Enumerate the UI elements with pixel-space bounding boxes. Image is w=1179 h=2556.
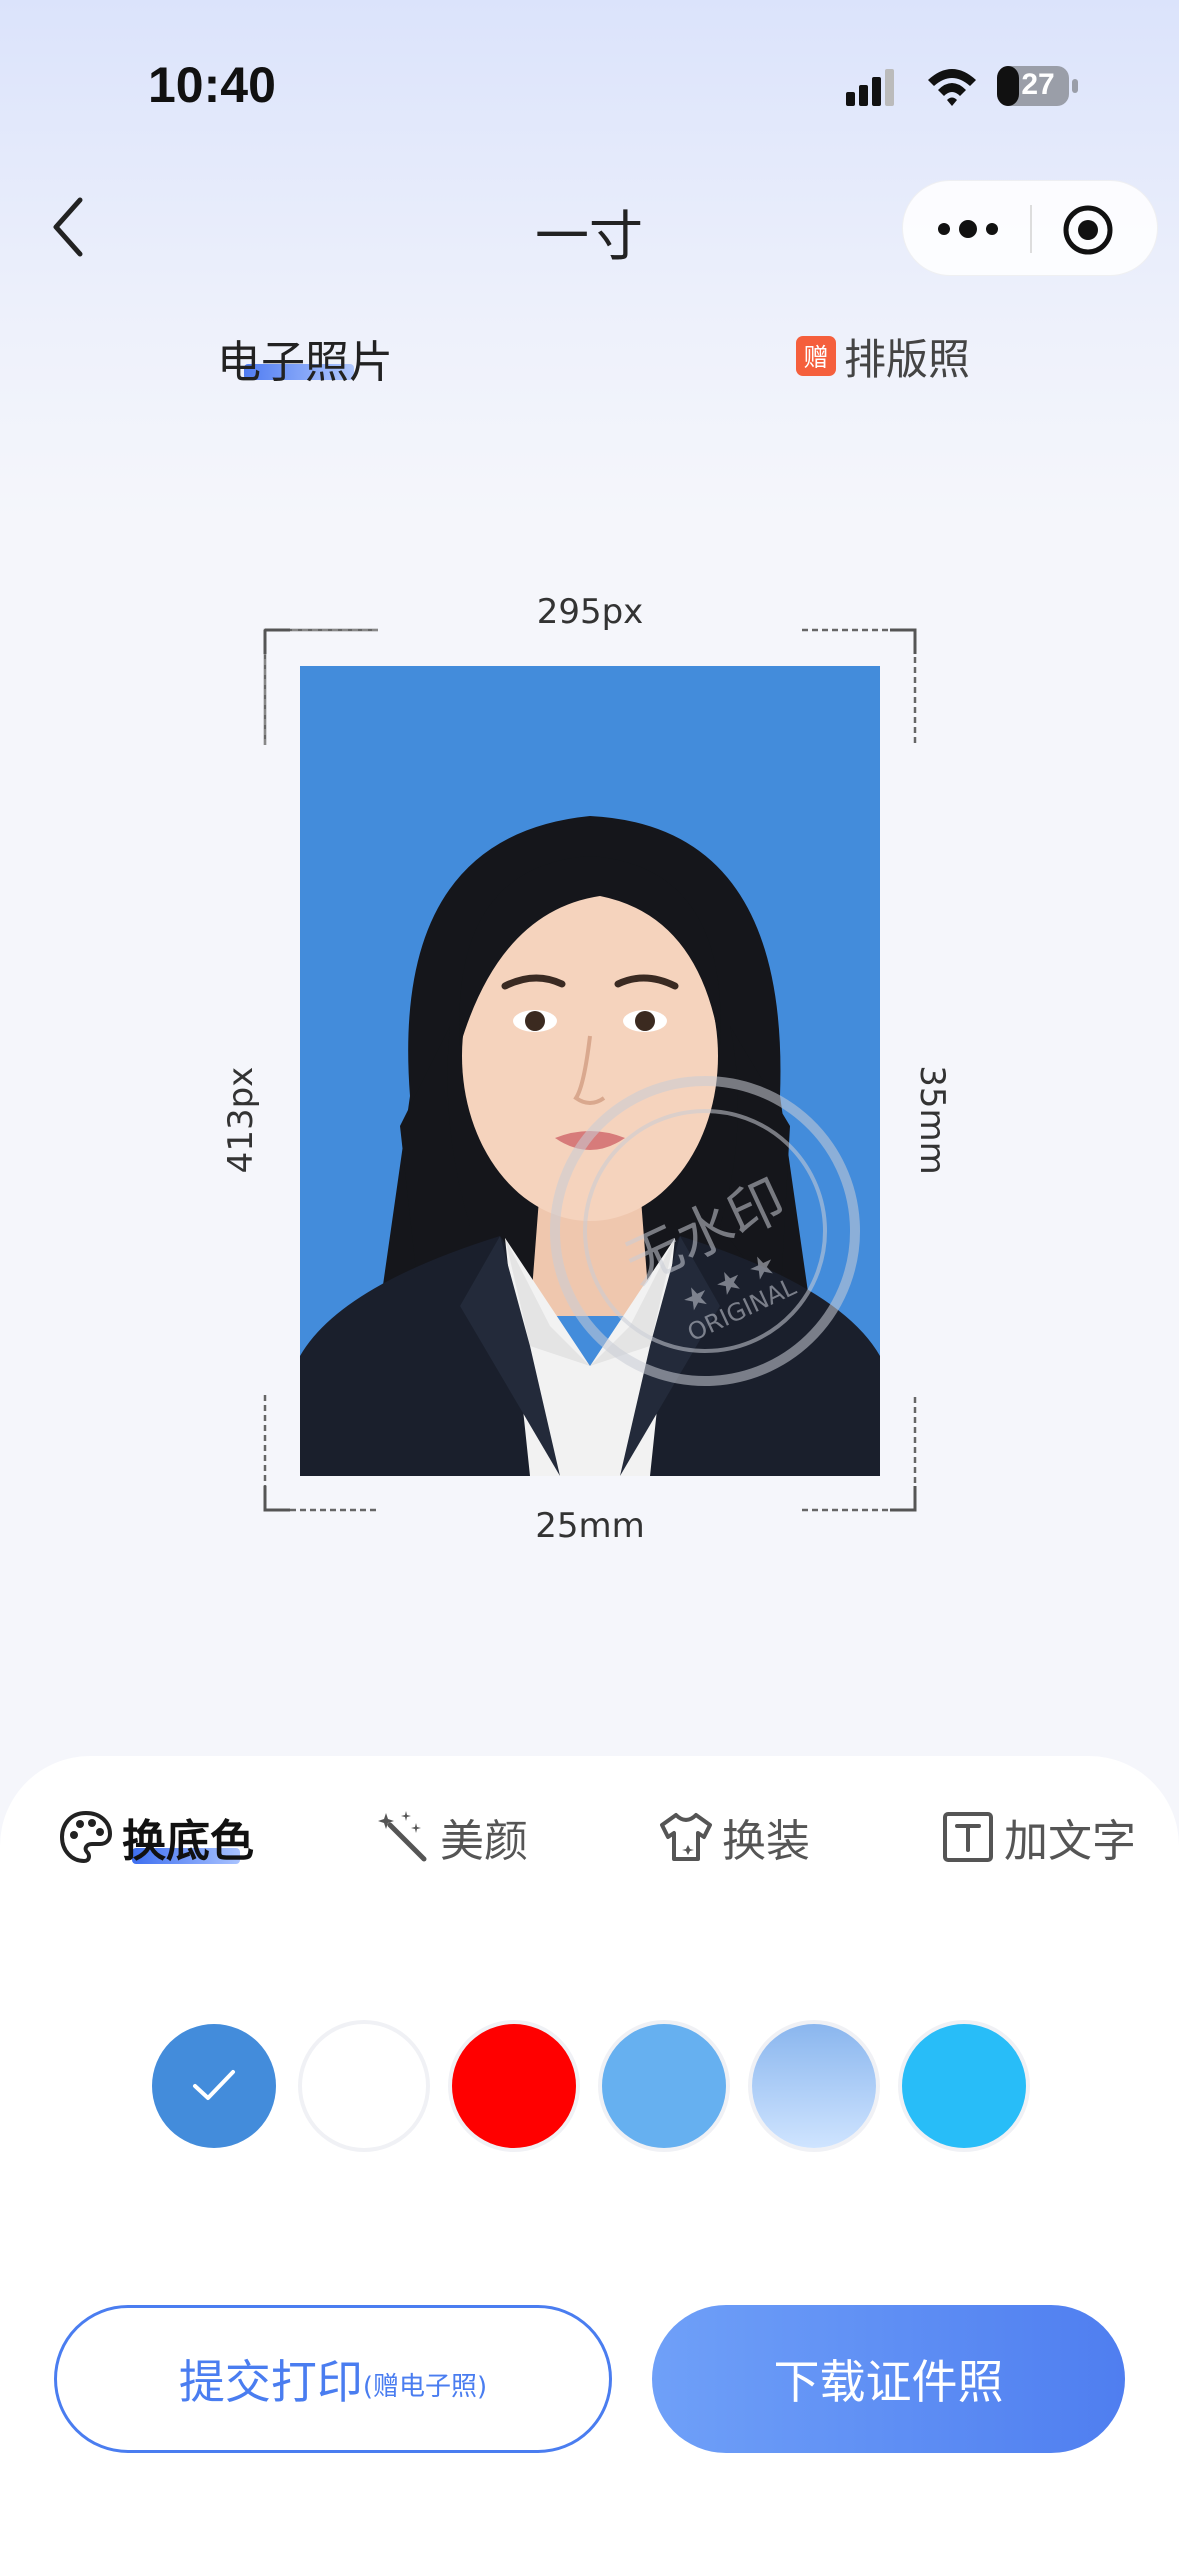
battery-icon: 27 <box>996 64 1080 108</box>
tool-label: 加文字 <box>1004 1816 1136 1867</box>
close-target-icon[interactable] <box>1061 203 1115 257</box>
tool-change-outfit[interactable]: 换装 <box>658 1804 810 1870</box>
tool-label: 换底色 <box>122 1816 254 1867</box>
page-title: 一寸 <box>535 205 643 268</box>
more-icon[interactable] <box>933 211 1003 247</box>
tool-add-text[interactable]: 加文字 <box>940 1804 1136 1870</box>
print-button-label: 提交打印 <box>178 2355 363 2409</box>
download-photo-button[interactable]: 下载证件照 <box>652 2305 1125 2453</box>
shirt-icon <box>660 1813 712 1861</box>
color-swatch-sky-blue[interactable] <box>902 2024 1026 2148</box>
check-icon <box>193 2070 235 2100</box>
capsule-divider <box>1030 205 1032 253</box>
magic-wand-icon <box>378 1811 427 1862</box>
dimension-height-px: 413px <box>221 1066 261 1174</box>
status-time: 10:40 <box>148 57 276 113</box>
wifi-icon <box>928 69 976 106</box>
text-box-icon <box>943 1812 993 1862</box>
tool-change-background[interactable]: 换底色 <box>58 1804 254 1870</box>
tool-label: 换装 <box>722 1816 810 1867</box>
portrait-image: 无水印 ORIGINAL ★ ★ ★ <box>300 816 880 1476</box>
print-button-sublabel: (赠电子照) <box>362 2371 488 2402</box>
tool-label: 美颜 <box>440 1816 528 1867</box>
color-swatch-red[interactable] <box>452 2024 576 2148</box>
tool-beautify[interactable]: 美颜 <box>376 1804 528 1870</box>
tab-electronic-photo[interactable]: 电子照片 <box>200 326 410 390</box>
palette-icon <box>59 1810 113 1864</box>
color-swatch-blue[interactable] <box>152 2024 276 2148</box>
back-icon[interactable] <box>44 192 94 262</box>
gift-badge: 赠 <box>796 336 836 376</box>
mini-program-capsule <box>902 180 1158 276</box>
tab-layout-photo[interactable]: 赠 排版照 <box>796 326 970 386</box>
color-swatch-white[interactable] <box>302 2024 426 2148</box>
color-swatch-gradient-blue[interactable] <box>752 2024 876 2148</box>
id-photo-preview[interactable]: 无水印 ORIGINAL ★ ★ ★ <box>300 666 880 1476</box>
tab-layout-label: 排版照 <box>844 334 971 384</box>
submit-print-button[interactable]: 提交打印 (赠电子照) <box>54 2305 612 2453</box>
battery-level: 27 <box>1021 68 1055 101</box>
color-swatch-light-blue[interactable] <box>602 2024 726 2148</box>
cellular-signal-icon <box>846 69 894 106</box>
